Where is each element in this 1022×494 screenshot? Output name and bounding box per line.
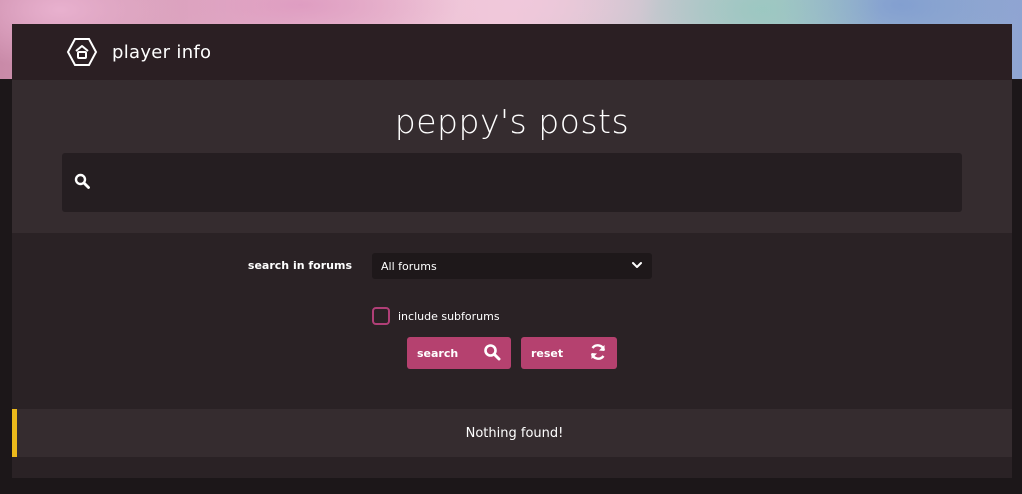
notice-text: Nothing found! (465, 425, 564, 441)
reset-button[interactable]: reset (521, 337, 617, 369)
chevron-down-icon (631, 259, 643, 274)
search-input[interactable] (90, 153, 962, 212)
empty-results-notice: Nothing found! (12, 409, 1012, 457)
hero-section: peppy's posts (12, 80, 1012, 233)
reset-button-label: reset (531, 346, 564, 360)
main-container: player info peppy's posts search in foru… (12, 24, 1012, 478)
page-title: peppy's posts (394, 102, 630, 141)
hexagon-home-icon[interactable] (66, 36, 98, 68)
refresh-icon (589, 343, 607, 364)
header-title: player info (112, 41, 212, 63)
search-form: search in forums All forums include subf… (12, 233, 1012, 409)
search-bar[interactable] (62, 153, 962, 212)
subforums-label: include subforums (398, 309, 500, 323)
forum-label: search in forums (247, 259, 352, 272)
page-header: player info (12, 24, 1012, 80)
subforums-checkbox[interactable] (372, 307, 390, 325)
subforums-option[interactable]: include subforums (372, 307, 500, 325)
search-icon (74, 173, 90, 193)
forum-select[interactable]: All forums (372, 253, 652, 279)
forum-row: search in forums All forums (12, 253, 1012, 279)
search-icon (483, 343, 501, 364)
search-button-label: search (417, 346, 459, 360)
search-button[interactable]: search (407, 337, 511, 369)
forum-select-value: All forums (381, 259, 437, 273)
